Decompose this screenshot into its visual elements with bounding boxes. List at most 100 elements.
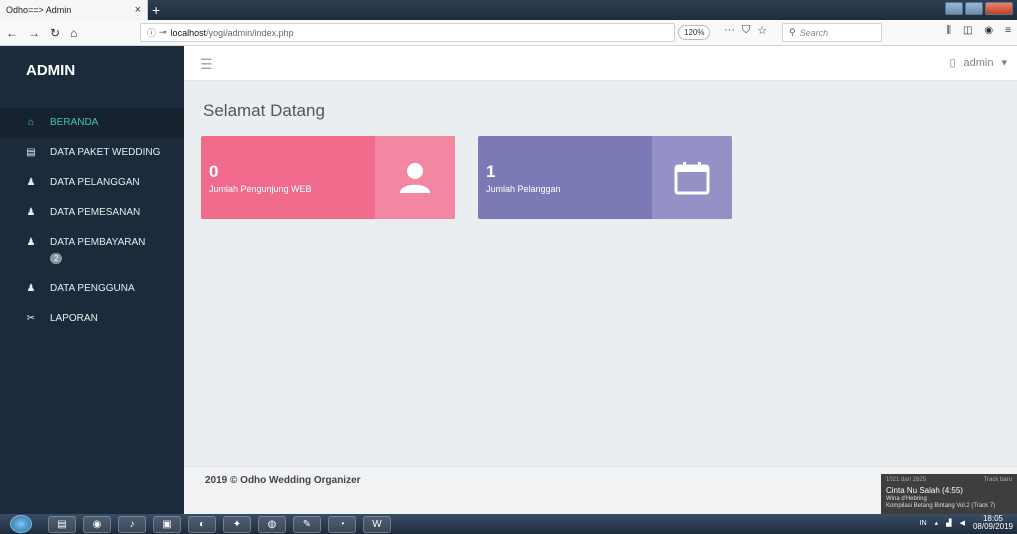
app-icon[interactable]: ✦ (223, 515, 251, 533)
page-title: Selamat Datang (203, 101, 325, 120)
sidebar-item-beranda[interactable]: ⌂ BERANDA (0, 108, 184, 138)
maximize-button[interactable] (965, 2, 983, 15)
sidebar-item-label: DATA PEMESANAN (50, 207, 141, 218)
search-icon: ⚲ (789, 27, 796, 37)
library-icon[interactable]: ⫼ (946, 25, 951, 36)
user-icon: ♟ (26, 283, 36, 294)
zoom-level-badge[interactable]: 120% (678, 25, 711, 40)
track-counter: 1021 dari 2825 (886, 477, 927, 483)
sidebar-item-label: BERANDA (50, 117, 99, 128)
url-path: /yogi/admin/index.php (206, 27, 294, 38)
clock-date: 08/09/2019 (972, 522, 1013, 531)
close-icon[interactable]: × (135, 4, 141, 16)
clock[interactable]: 18:05 08/09/2019 (973, 515, 1013, 531)
footer-copyright: 2019 © Odho Wedding Organizer (205, 475, 361, 486)
tools-icon: ✂ (26, 313, 36, 324)
more-actions-icon[interactable]: ··· (724, 24, 735, 37)
new-tab-button[interactable]: + (152, 1, 160, 19)
sidebar-item-data-pelanggan[interactable]: ♟ DATA PELANGGAN (0, 168, 184, 198)
url-bar[interactable]: ⓘ ⊸ localhost/yogi/admin/index.php (140, 23, 675, 42)
user-name: admin (963, 56, 994, 69)
search-placeholder: Search (799, 27, 829, 38)
card-label: Jumlah Pelanggan (486, 184, 561, 194)
home-icon: ⌂ (27, 117, 35, 128)
os-taskbar: ▤ ◉ ♪ ▣ ◐ ✦ ◍ ✎ ◔ W IN ▴ ▟ ◀ 18:05 08/09… (0, 514, 1017, 534)
info-icon[interactable]: ⓘ (147, 26, 156, 39)
browser-tab-bar: Odho==> Admin × + (0, 0, 1017, 20)
browser-icon[interactable]: ◍ (258, 515, 286, 533)
app-icon[interactable]: ✎ (293, 515, 321, 533)
volume-icon[interactable]: ◀ (960, 519, 965, 527)
back-icon[interactable]: ← (6, 26, 18, 40)
sidebar-item-label: DATA PENGGUNA (50, 283, 135, 294)
menu-icon[interactable]: ≡ (1005, 25, 1011, 36)
network-icon[interactable]: ▟ (946, 519, 951, 527)
app-icon[interactable]: ▣ (153, 515, 181, 533)
card-label: Jumlah Pengunjung WEB (209, 184, 312, 194)
bookmark-star-icon[interactable]: ☆ (757, 24, 767, 37)
minimize-button[interactable] (945, 2, 963, 15)
search-input[interactable]: ⚲ Search (782, 23, 882, 42)
user-menu[interactable]: ▯ admin ▾ (949, 56, 1007, 70)
chrome-icon[interactable]: ◉ (83, 515, 111, 533)
chevron-down-icon: ▾ (1001, 57, 1007, 69)
sidebar-item-data-pengguna[interactable]: ♟ DATA PENGGUNA (0, 274, 184, 304)
firefox-icon[interactable]: ◐ (188, 515, 216, 533)
sidebar-item-label: DATA PAKET WEDDING (50, 147, 161, 158)
system-tray: IN ▴ ▟ ◀ 18:05 08/09/2019 (920, 515, 1013, 531)
browser-nav-bar: ← → ↻ ⌂ ⓘ ⊸ localhost/yogi/admin/index.p… (0, 20, 1017, 46)
window-controls (945, 2, 1013, 15)
chevron-up-icon[interactable]: ▴ (935, 519, 939, 527)
sidebar-menu: ⌂ BERANDA ▤ DATA PAKET WEDDING ♟ DATA PE… (0, 108, 184, 334)
app-icon[interactable]: ◔ (328, 515, 356, 533)
user-icon: ♟ (26, 207, 36, 218)
home-icon[interactable]: ⌂ (70, 26, 77, 40)
sidebar-toggle-icon[interactable]: ◫ (963, 25, 972, 36)
sidebar-item-label: DATA PEMBAYARAN (50, 237, 146, 248)
forward-icon[interactable]: → (28, 26, 40, 40)
customer-count-card[interactable]: 1 Jumlah Pelanggan (478, 136, 732, 219)
hamburger-icon[interactable]: ☰ (200, 56, 213, 73)
card-icon-box (652, 136, 732, 219)
file-icon: ▤ (26, 147, 36, 158)
sidebar: ADMIN ⌂ BERANDA ▤ DATA PAKET WEDDING ♟ D… (0, 46, 184, 514)
main-content: Selamat Datang 0 Jumlah Pengunjung WEB 1… (184, 81, 1017, 466)
tab-title: Odho==> Admin (6, 5, 72, 15)
user-icon: ♟ (26, 237, 36, 248)
media-player-icon[interactable]: ♪ (118, 515, 146, 533)
top-bar: ☰ ▯ admin ▾ (184, 46, 1017, 81)
user-icon: ♟ (26, 177, 36, 188)
reload-icon[interactable]: ↻ (50, 26, 60, 40)
sidebar-item-data-pemesanan[interactable]: ♟ DATA PEMESANAN (0, 198, 184, 228)
pocket-icon[interactable]: ⛉ (742, 24, 750, 37)
count-badge: 2 (50, 253, 63, 264)
start-button[interactable] (10, 515, 32, 533)
card-value: 0 (209, 162, 219, 181)
sidebar-item-data-pembayaran[interactable]: ♟ DATA PEMBAYARAN 2 (0, 228, 184, 274)
new-track-link[interactable]: Track baru (984, 477, 1012, 484)
sidebar-item-label: DATA PELANGGAN (50, 177, 140, 188)
card-icon-box (375, 136, 455, 219)
word-icon[interactable]: W (363, 515, 391, 533)
sidebar-item-label: LAPORAN (50, 313, 98, 324)
sidebar-item-data-paket-wedding[interactable]: ▤ DATA PAKET WEDDING (0, 138, 184, 168)
media-player-popup[interactable]: 1021 dari 2825 Track baru Cinta Nu Salah… (881, 474, 1017, 514)
connection-icon[interactable]: ⊸ (159, 27, 167, 38)
taskbar-apps: ▤ ◉ ♪ ▣ ◐ ✦ ◍ ✎ ◔ W (48, 515, 391, 533)
language-indicator[interactable]: IN (920, 520, 927, 527)
url-host: localhost (170, 27, 207, 38)
song-artist: Wina d'Hebring (886, 496, 927, 502)
browser-tab[interactable]: Odho==> Admin × (0, 0, 148, 20)
window-close-button[interactable] (985, 2, 1013, 15)
song-title: Cinta Nu Salah (4:55) (886, 486, 963, 495)
calendar-icon (674, 161, 710, 194)
brand-title[interactable]: ADMIN (0, 46, 184, 94)
sidebar-item-laporan[interactable]: ✂ LAPORAN (0, 304, 184, 334)
song-album: Kompilasi Betang Bintang Vol.2 (Track 7) (886, 503, 996, 509)
user-icon (400, 162, 430, 193)
explorer-icon[interactable]: ▤ (48, 515, 76, 533)
notification-icon[interactable]: ▯ (949, 56, 955, 69)
visitor-count-card[interactable]: 0 Jumlah Pengunjung WEB (201, 136, 455, 219)
account-icon[interactable]: ◉ (984, 25, 993, 36)
card-value: 1 (486, 162, 496, 181)
